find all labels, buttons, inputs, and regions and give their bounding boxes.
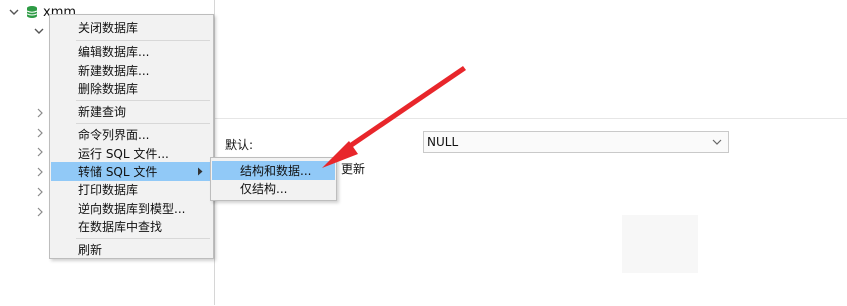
database-icon bbox=[25, 5, 39, 19]
tree-node-collapsed[interactable] bbox=[34, 143, 46, 161]
menu-separator bbox=[76, 238, 210, 239]
menu-item-label: 命令列界面... bbox=[78, 128, 150, 142]
field-properties-panel: 默认: NULL 更新 bbox=[215, 118, 847, 306]
menu-item-command-line[interactable]: 命令列界面... bbox=[51, 125, 212, 144]
chevron-right-icon[interactable] bbox=[34, 127, 46, 139]
menu-item-label: 打印数据库 bbox=[78, 183, 139, 197]
menu-item-label: 转储 SQL 文件 bbox=[78, 165, 158, 179]
tree-node-collapsed[interactable] bbox=[34, 203, 46, 221]
submenu-item-structure-only[interactable]: 仅结构... bbox=[212, 179, 335, 198]
menu-item-dump-sql-file[interactable]: 转储 SQL 文件 bbox=[51, 162, 212, 181]
menu-item-label: 仅结构... bbox=[240, 182, 288, 196]
menu-separator bbox=[76, 40, 210, 41]
menu-item-label: 关闭数据库 bbox=[78, 21, 139, 35]
menu-item-new-query[interactable]: 新建查询 bbox=[51, 102, 212, 121]
chevron-right-icon[interactable] bbox=[34, 186, 46, 198]
database-context-menu: 关闭数据库 编辑数据库... 新建数据库... 删除数据库 新建查询 命令列界面… bbox=[49, 14, 214, 259]
chevron-down-icon[interactable] bbox=[33, 25, 45, 37]
on-update-label-partial: 更新 bbox=[341, 162, 366, 176]
blank-region bbox=[622, 215, 698, 273]
menu-item-label: 删除数据库 bbox=[78, 82, 139, 96]
menu-item-run-sql-file[interactable]: 运行 SQL 文件... bbox=[51, 144, 212, 163]
menu-item-new-database[interactable]: 新建数据库... bbox=[51, 61, 212, 80]
default-value-select[interactable]: NULL bbox=[423, 131, 729, 153]
chevron-down-icon[interactable] bbox=[712, 136, 722, 146]
chevron-right-icon[interactable] bbox=[34, 166, 46, 178]
menu-item-label: 新建数据库... bbox=[78, 64, 150, 78]
default-value: NULL bbox=[427, 135, 459, 149]
menu-item-label: 逆向数据库到模型... bbox=[78, 202, 186, 216]
tree-node-expanded[interactable] bbox=[33, 22, 45, 40]
dump-sql-submenu: 结构和数据... 仅结构... bbox=[210, 157, 337, 201]
chevron-down-icon[interactable] bbox=[8, 6, 20, 18]
chevron-right-icon[interactable] bbox=[34, 206, 46, 218]
default-label: 默认: bbox=[225, 138, 254, 152]
submenu-item-structure-and-data[interactable]: 结构和数据... bbox=[212, 161, 335, 180]
menu-item-edit-database[interactable]: 编辑数据库... bbox=[51, 42, 212, 61]
menu-item-label: 新建查询 bbox=[78, 105, 127, 119]
menu-item-close-database[interactable]: 关闭数据库 bbox=[51, 18, 212, 37]
tree-node-collapsed[interactable] bbox=[34, 163, 46, 181]
menu-item-reverse-to-model[interactable]: 逆向数据库到模型... bbox=[51, 199, 212, 218]
menu-separator bbox=[76, 100, 210, 101]
menu-separator bbox=[76, 123, 210, 124]
menu-item-label: 结构和数据... bbox=[240, 164, 312, 178]
chevron-right-icon[interactable] bbox=[34, 107, 46, 119]
chevron-right-icon[interactable] bbox=[34, 146, 46, 158]
menu-item-label: 运行 SQL 文件... bbox=[78, 147, 169, 161]
tree-node-collapsed[interactable] bbox=[34, 183, 46, 201]
menu-item-refresh[interactable]: 刷新 bbox=[51, 240, 212, 259]
menu-item-print-database[interactable]: 打印数据库 bbox=[51, 180, 212, 199]
menu-item-label: 编辑数据库... bbox=[78, 45, 150, 59]
menu-item-find-in-database[interactable]: 在数据库中查找 bbox=[51, 217, 212, 236]
submenu-arrow-icon bbox=[198, 167, 203, 176]
menu-item-label: 在数据库中查找 bbox=[78, 220, 163, 234]
menu-item-label: 刷新 bbox=[78, 243, 103, 257]
tree-node-collapsed[interactable] bbox=[34, 124, 46, 142]
tree-node-collapsed[interactable] bbox=[34, 104, 46, 122]
menu-item-delete-database[interactable]: 删除数据库 bbox=[51, 79, 212, 98]
